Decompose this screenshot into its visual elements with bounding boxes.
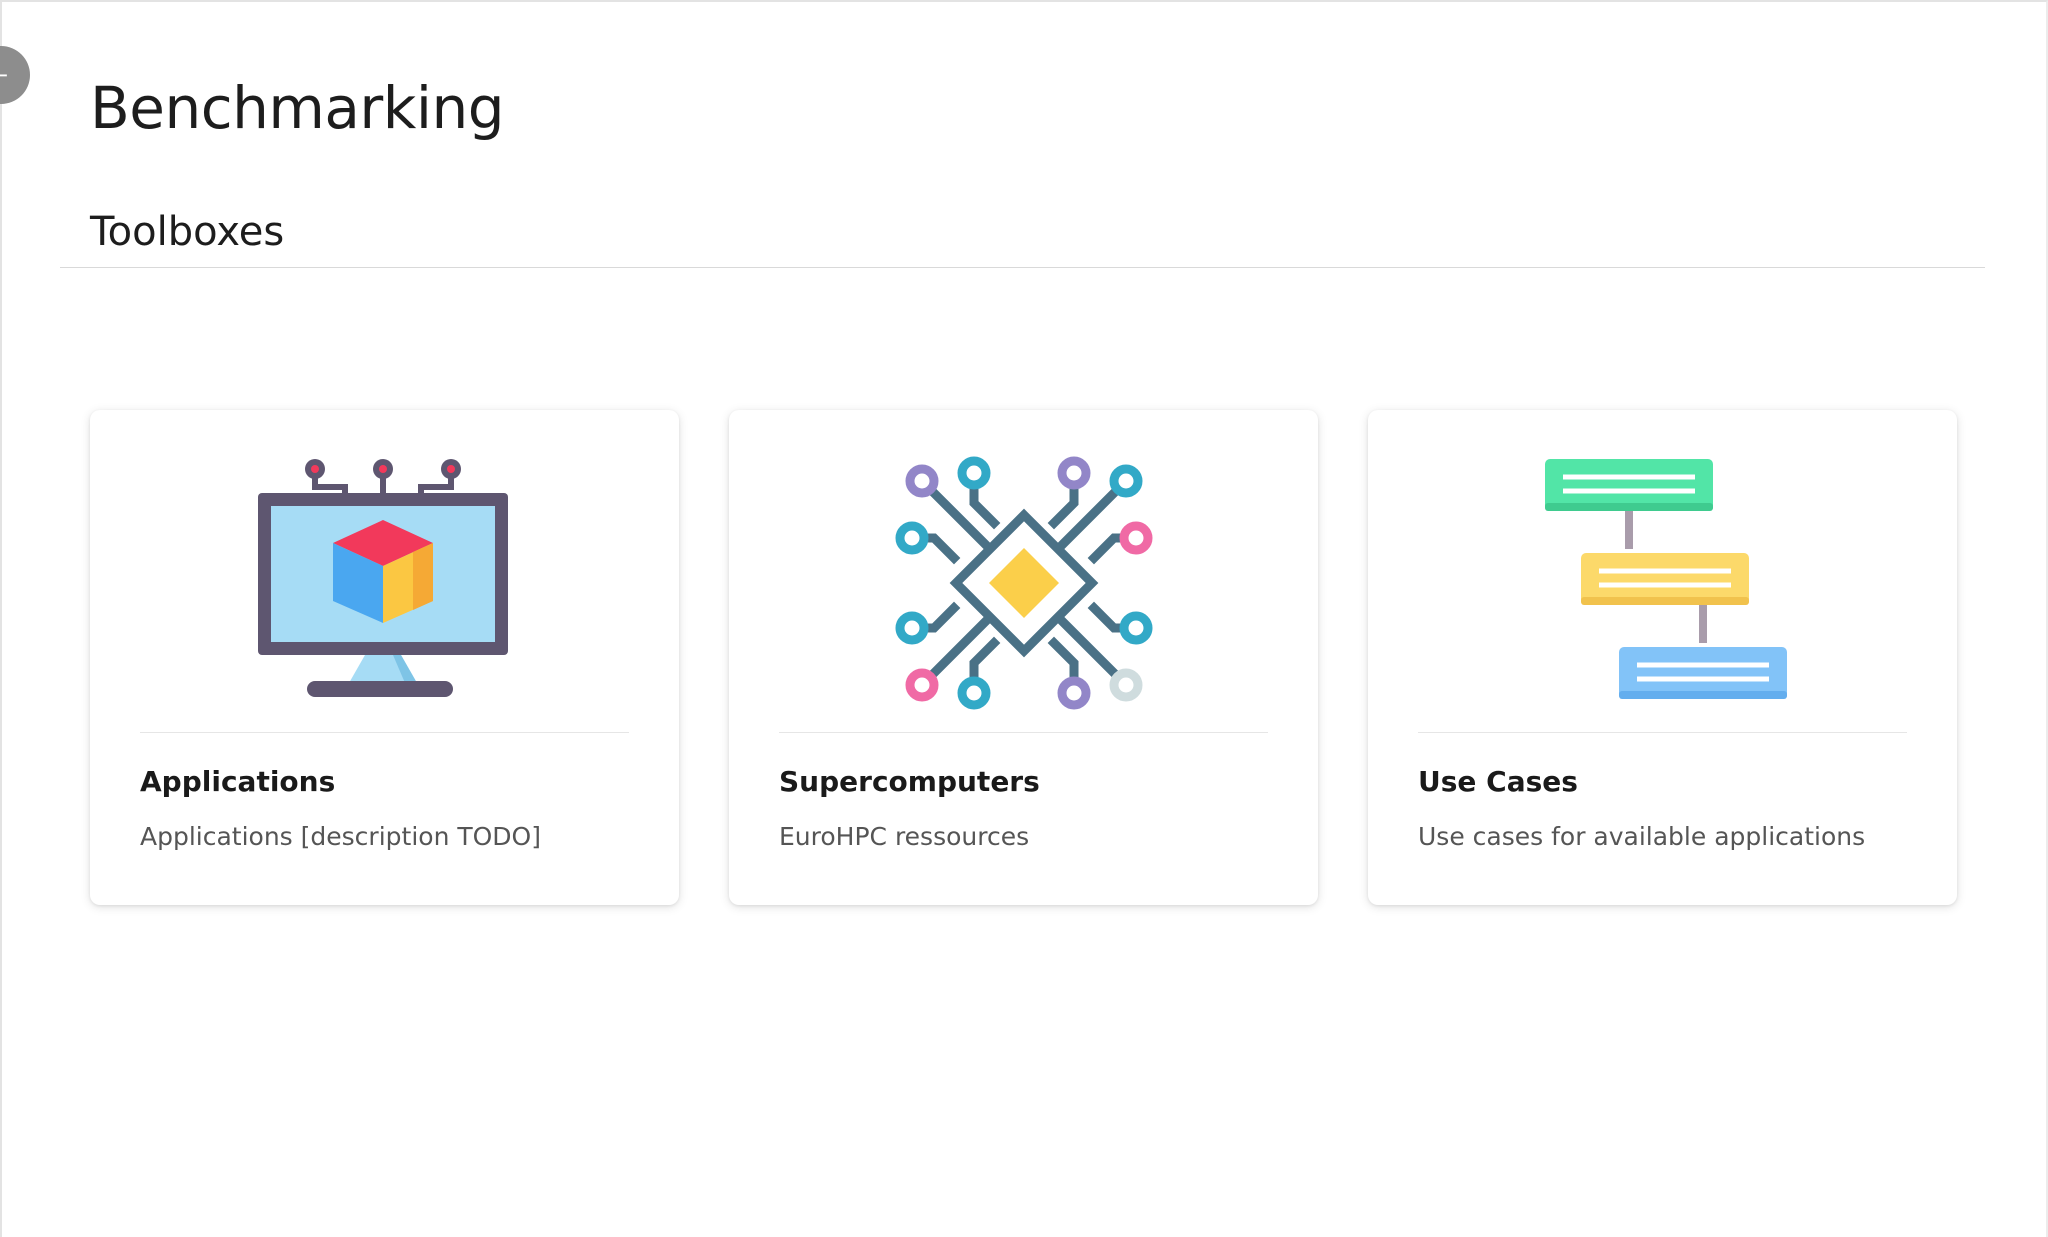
card-title: Supercomputers [779, 765, 1040, 798]
page: − Benchmarking Toolboxes Applications Ap… [0, 0, 2048, 1237]
card-divider [779, 732, 1268, 733]
section-title: Toolboxes [90, 209, 285, 255]
minus-icon: − [0, 60, 8, 90]
card-image [90, 448, 679, 718]
sidebar-collapse-button[interactable]: − [0, 46, 30, 104]
card-title: Applications [140, 765, 336, 798]
monitor-cube-icon [257, 459, 508, 697]
card-use-cases[interactable]: Use Cases Use cases for available applic… [1368, 410, 1957, 905]
card-supercomputers[interactable]: Supercomputers EuroHPC ressources [729, 410, 1318, 905]
card-title: Use Cases [1418, 765, 1578, 798]
card-image [729, 448, 1318, 718]
card-description: Use cases for available applications [1418, 822, 1866, 851]
toolbox-cards: Applications Applications [description T… [90, 410, 1957, 905]
processor-chip-icon [895, 456, 1152, 710]
card-image [1368, 448, 1957, 718]
card-applications[interactable]: Applications Applications [description T… [90, 410, 679, 905]
page-title: Benchmarking [90, 74, 505, 142]
section-divider [60, 267, 1985, 268]
card-divider [140, 732, 629, 733]
card-description: EuroHPC ressources [779, 822, 1030, 851]
flowchart-icon [1544, 459, 1787, 699]
card-description: Applications [description TODO] [140, 822, 541, 851]
card-divider [1418, 732, 1907, 733]
